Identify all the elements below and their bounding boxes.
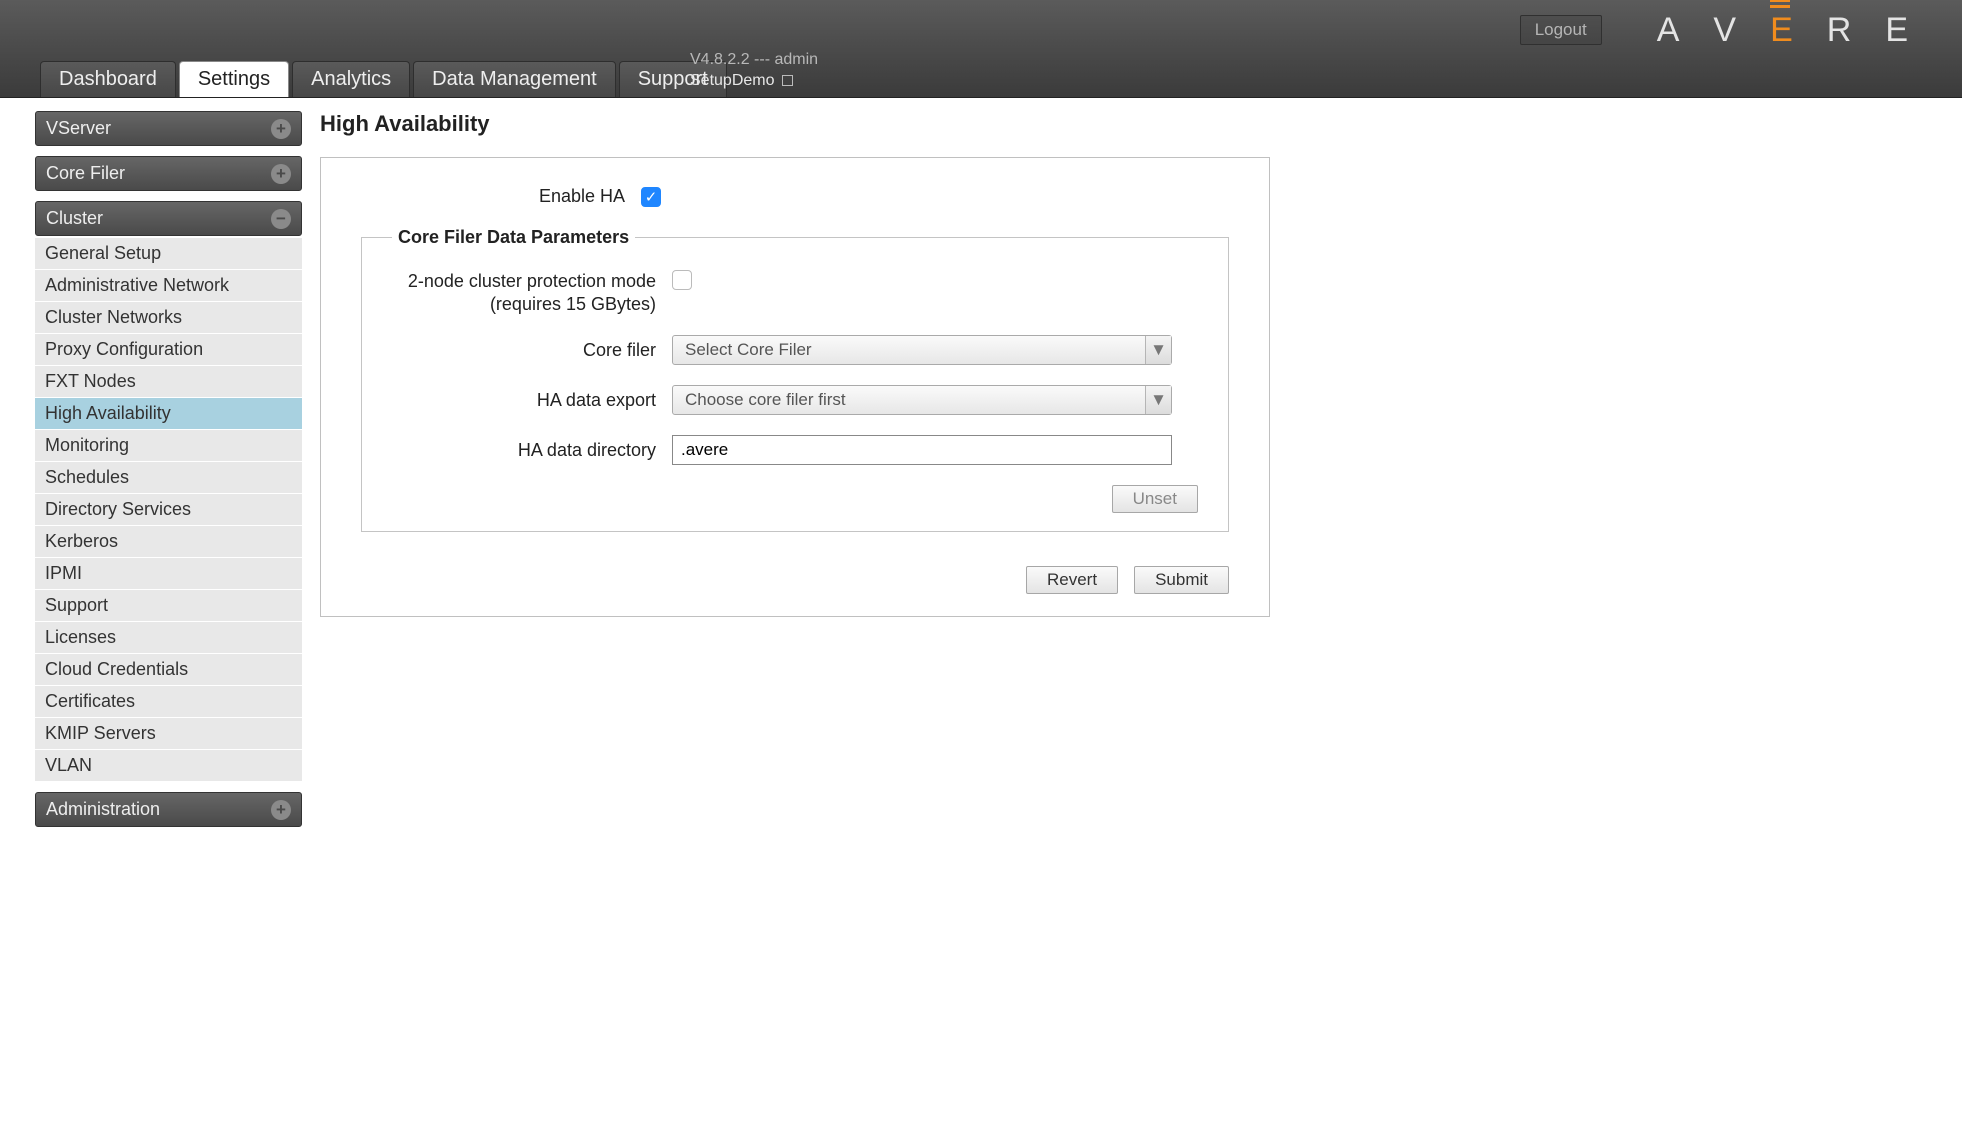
sidebar-section-vserver[interactable]: VServer + [35, 111, 302, 146]
tab-data-management[interactable]: Data Management [413, 61, 616, 97]
main-nav-tabs: DashboardSettingsAnalyticsData Managemen… [40, 61, 730, 97]
panel-actions: Revert Submit [361, 566, 1229, 594]
body: VServer + Core Filer + Cluster − General Setup… [0, 98, 1962, 827]
sidebar-section-label: Cluster [46, 208, 103, 229]
sidebar-item-support[interactable]: Support [35, 590, 302, 622]
sidebar-item-schedules[interactable]: Schedules [35, 462, 302, 494]
core-filer-row: Core filer Select Core Filer ▼ [392, 335, 1198, 365]
expand-icon: + [271, 800, 291, 820]
cluster-name: SetupDemo [690, 72, 775, 89]
sidebar-item-general-setup[interactable]: General Setup [35, 238, 302, 270]
sidebar-item-cluster-networks[interactable]: Cluster Networks [35, 302, 302, 334]
sidebar-items-cluster: General SetupAdministrative NetworkClust… [35, 238, 302, 782]
two-node-checkbox[interactable] [672, 270, 692, 290]
enable-ha-label: Enable HA [361, 186, 641, 207]
tab-dashboard[interactable]: Dashboard [40, 61, 176, 97]
tab-analytics[interactable]: Analytics [292, 61, 410, 97]
enable-ha-row: Enable HA ✓ [361, 186, 1229, 207]
sidebar-section-cluster[interactable]: Cluster − [35, 201, 302, 236]
ha-export-label: HA data export [392, 390, 672, 411]
logo-letter-r: R [1827, 11, 1866, 50]
header-meta: V4.8.2.2 --- admin SetupDemo [690, 50, 818, 92]
cluster-info-icon[interactable] [782, 75, 793, 86]
sidebar-item-monitoring[interactable]: Monitoring [35, 430, 302, 462]
revert-button[interactable]: Revert [1026, 566, 1118, 594]
logo-letter-e: E [1770, 11, 1807, 50]
ha-export-select[interactable]: Choose core filer first ▼ [672, 385, 1172, 415]
core-filer-label: Core filer [392, 340, 672, 361]
logout-button[interactable]: Logout [1520, 15, 1602, 45]
sidebar-item-administrative-network[interactable]: Administrative Network [35, 270, 302, 302]
logo-letter-e2: E [1885, 11, 1922, 50]
submit-button[interactable]: Submit [1134, 566, 1229, 594]
settings-sidebar: VServer + Core Filer + Cluster − General Setup… [35, 111, 302, 827]
version-text: V4.8.2.2 --- admin [690, 50, 818, 71]
sidebar-item-fxt-nodes[interactable]: FXT Nodes [35, 366, 302, 398]
logo-accent-bars-icon [1770, 0, 1790, 8]
sidebar-item-certificates[interactable]: Certificates [35, 686, 302, 718]
app-header: Logout A V E R E DashboardSettingsAnalyt… [0, 0, 1962, 98]
sidebar-section-label: Core Filer [46, 163, 125, 184]
chevron-down-icon: ▼ [1145, 336, 1171, 364]
sidebar-item-kerberos[interactable]: Kerberos [35, 526, 302, 558]
expand-icon: + [271, 164, 291, 184]
sidebar-item-kmip-servers[interactable]: KMIP Servers [35, 718, 302, 750]
core-filer-data-group: Core Filer Data Parameters 2-node cluste… [361, 227, 1229, 532]
ha-dir-input[interactable] [672, 435, 1172, 465]
sidebar-item-vlan[interactable]: VLAN [35, 750, 302, 782]
main-content: High Availability Enable HA ✓ Core Filer… [320, 111, 1962, 827]
sidebar-section-administration[interactable]: Administration + [35, 792, 302, 827]
ha-export-select-value: Choose core filer first [685, 390, 846, 410]
expand-icon: + [271, 119, 291, 139]
logo-letter-a: A [1657, 11, 1694, 50]
sidebar-item-licenses[interactable]: Licenses [35, 622, 302, 654]
group-legend: Core Filer Data Parameters [392, 227, 635, 248]
collapse-icon: − [271, 209, 291, 229]
header-top: Logout A V E R E [0, 0, 1962, 60]
core-filer-select-value: Select Core Filer [685, 340, 812, 360]
sidebar-item-high-availability[interactable]: High Availability [35, 398, 302, 430]
group-actions: Unset [392, 485, 1198, 513]
ha-panel: Enable HA ✓ Core Filer Data Parameters 2… [320, 157, 1270, 617]
checkmark-icon: ✓ [645, 188, 658, 206]
logo-letter-e-wrap: E [1770, 11, 1807, 50]
two-node-label: 2-node cluster protection mode (requires… [392, 270, 672, 315]
logo-letter-v: V [1713, 11, 1750, 50]
tab-settings[interactable]: Settings [179, 61, 289, 97]
sidebar-item-directory-services[interactable]: Directory Services [35, 494, 302, 526]
page-title: High Availability [320, 111, 1902, 137]
two-node-row: 2-node cluster protection mode (requires… [392, 270, 1198, 315]
ha-export-row: HA data export Choose core filer first ▼ [392, 385, 1198, 415]
unset-button[interactable]: Unset [1112, 485, 1198, 513]
sidebar-section-core-filer[interactable]: Core Filer + [35, 156, 302, 191]
sidebar-section-label: VServer [46, 118, 111, 139]
core-filer-select[interactable]: Select Core Filer ▼ [672, 335, 1172, 365]
sidebar-section-label: Administration [46, 799, 160, 820]
sidebar-item-proxy-configuration[interactable]: Proxy Configuration [35, 334, 302, 366]
chevron-down-icon: ▼ [1145, 386, 1171, 414]
sidebar-item-ipmi[interactable]: IPMI [35, 558, 302, 590]
ha-dir-row: HA data directory [392, 435, 1198, 465]
sidebar-item-cloud-credentials[interactable]: Cloud Credentials [35, 654, 302, 686]
enable-ha-checkbox[interactable]: ✓ [641, 187, 661, 207]
ha-dir-label: HA data directory [392, 440, 672, 461]
brand-logo: A V E R E [1657, 11, 1922, 50]
